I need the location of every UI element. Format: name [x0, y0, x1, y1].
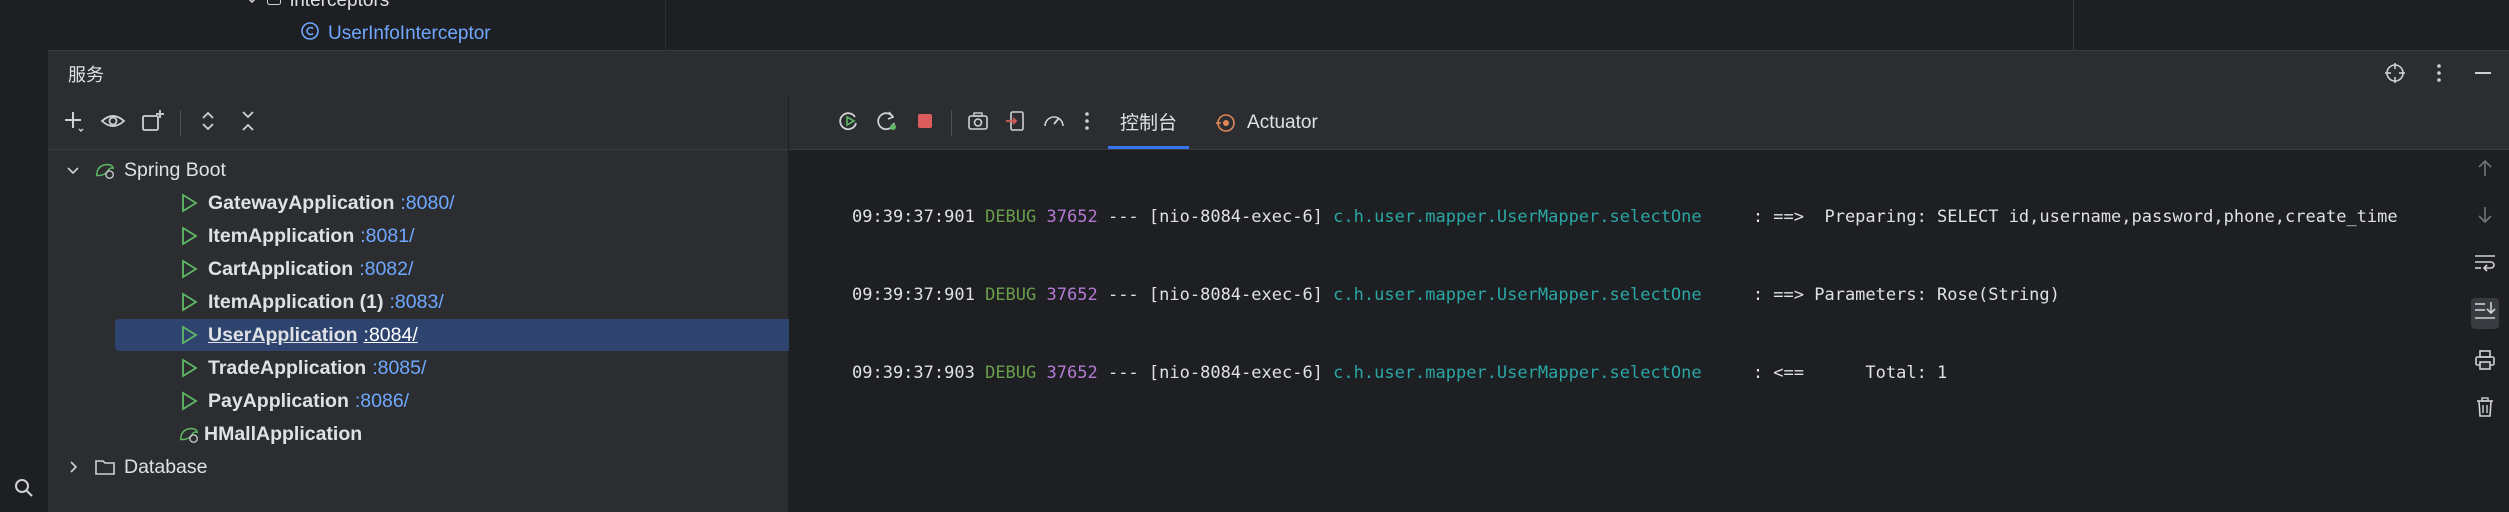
restart-icon[interactable]: [875, 109, 899, 138]
console-side-actions: [2471, 157, 2499, 423]
service-name: ItemApplication: [208, 224, 355, 247]
camera-icon[interactable]: [966, 109, 990, 138]
tab-label: Actuator: [1247, 112, 1318, 133]
tree-node-label: Spring Boot: [124, 158, 226, 181]
run-icon[interactable]: [178, 258, 200, 280]
service-port-link[interactable]: :8086/: [355, 390, 409, 413]
run-icon[interactable]: [178, 390, 200, 412]
add-service-icon[interactable]: [60, 108, 86, 139]
services-header: 服务: [48, 51, 2509, 97]
toolbar-separator: [180, 110, 181, 136]
tab-console[interactable]: 控制台: [1108, 97, 1190, 149]
services-title: 服务: [68, 65, 104, 85]
run-icon[interactable]: [178, 357, 200, 379]
divider: [665, 0, 666, 50]
stop-icon[interactable]: [913, 109, 937, 138]
run-icon[interactable]: [178, 225, 200, 247]
service-tradeapplication[interactable]: TradeApplication :8085/: [178, 352, 808, 384]
service-itemapplication-1[interactable]: ItemApplication (1) :8083/: [178, 286, 808, 318]
service-port-link[interactable]: :8083/: [390, 291, 444, 314]
tree-item-userinfointerceptor[interactable]: UserInfoInterceptor: [300, 21, 491, 47]
service-cartapplication[interactable]: CartApplication :8082/: [178, 253, 808, 285]
service-port-link[interactable]: :8082/: [359, 258, 413, 281]
scroll-to-end-icon[interactable]: [2471, 298, 2499, 329]
toolbar-separator: [951, 110, 952, 136]
minimize-icon[interactable]: [2471, 61, 2495, 90]
chevron-down-icon: [246, 0, 258, 12]
arrow-down-icon[interactable]: [2474, 204, 2496, 231]
spring-boot-icon: [94, 159, 116, 181]
chevron-down-icon[interactable]: [66, 159, 80, 181]
class-icon: [300, 21, 320, 47]
tree-node-label: Database: [124, 455, 208, 478]
service-userapplication[interactable]: UserApplication :8084/: [115, 319, 817, 351]
service-name: UserApplication: [208, 323, 358, 346]
console-pane: 控制台 Actuator 09:39:37:901 DEBUG 37652 --…: [789, 97, 2509, 512]
run-icon[interactable]: [178, 291, 200, 313]
tree-item-label: UserInfoInterceptor: [328, 23, 491, 44]
service-name: GatewayApplication: [208, 191, 395, 214]
service-port-link[interactable]: :8084/: [364, 324, 418, 347]
service-name: ItemApplication (1): [208, 290, 384, 313]
trash-icon[interactable]: [2474, 396, 2496, 423]
service-name: CartApplication: [208, 257, 354, 280]
service-name: HMallApplication: [204, 422, 363, 445]
tree-node-database[interactable]: Database: [66, 451, 818, 483]
service-port-link[interactable]: :8085/: [372, 357, 426, 380]
console-toolbar: 控制台 Actuator: [789, 97, 2509, 150]
rerun-icon[interactable]: [837, 109, 861, 138]
services-tool-window: 服务 Spring Boot GatewayApplication:8080/…: [48, 51, 2509, 512]
service-gatewayapplication[interactable]: GatewayApplication :8080/: [178, 187, 808, 219]
more-options-icon[interactable]: [2427, 61, 2451, 90]
log-line: 09:39:37:901 DEBUG 37652 --- [nio-8084-e…: [852, 285, 2060, 305]
locate-icon[interactable]: [2383, 61, 2407, 90]
service-hmallapplication[interactable]: HMallApplication: [178, 418, 808, 450]
folder-icon: [94, 456, 116, 478]
service-itemapplication[interactable]: ItemApplication :8081/: [178, 220, 808, 252]
tree-item-interceptors[interactable]: interceptors: [246, 0, 389, 12]
service-port-link[interactable]: :8081/: [360, 225, 414, 248]
new-group-icon[interactable]: [140, 108, 166, 139]
import-icon[interactable]: [1004, 109, 1028, 138]
console-output[interactable]: 09:39:37:901 DEBUG 37652 --- [nio-8084-e…: [852, 152, 2398, 438]
expand-all-icon[interactable]: [195, 108, 221, 139]
actuator-icon: [1215, 112, 1237, 134]
services-tree-toolbar: [48, 97, 788, 150]
dashboard-icon[interactable]: [1042, 109, 1066, 138]
left-tool-strip: [0, 0, 49, 512]
run-icon[interactable]: [178, 324, 200, 346]
package-icon: [266, 0, 282, 12]
run-icon[interactable]: [178, 192, 200, 214]
soft-wrap-icon[interactable]: [2473, 251, 2497, 278]
tree-item-label: interceptors: [290, 0, 390, 11]
arrow-up-icon[interactable]: [2474, 157, 2496, 184]
services-tree-pane: Spring Boot GatewayApplication :8080/ It…: [48, 97, 817, 512]
log-line: 09:39:37:901 DEBUG 37652 --- [nio-8084-e…: [852, 207, 2398, 227]
spring-boot-icon: [178, 423, 200, 445]
tab-actuator[interactable]: Actuator: [1203, 97, 1330, 149]
print-icon[interactable]: [2474, 349, 2496, 376]
more-options-icon[interactable]: [1080, 109, 1094, 138]
service-name: TradeApplication: [208, 356, 367, 379]
service-port-link[interactable]: :8080/: [400, 192, 454, 215]
search-icon[interactable]: [12, 476, 36, 500]
divider: [2073, 0, 2074, 50]
tree-node-spring-boot[interactable]: Spring Boot: [66, 154, 818, 186]
chevron-right-icon[interactable]: [66, 456, 80, 478]
collapse-all-icon[interactable]: [235, 108, 261, 139]
log-line: 09:39:37:903 DEBUG 37652 --- [nio-8084-e…: [852, 363, 1948, 383]
eye-icon[interactable]: [100, 108, 126, 139]
service-name: PayApplication: [208, 389, 349, 412]
service-payapplication[interactable]: PayApplication :8086/: [178, 385, 808, 417]
project-tree-fragment: interceptors UserInfoInterceptor: [48, 0, 2509, 51]
